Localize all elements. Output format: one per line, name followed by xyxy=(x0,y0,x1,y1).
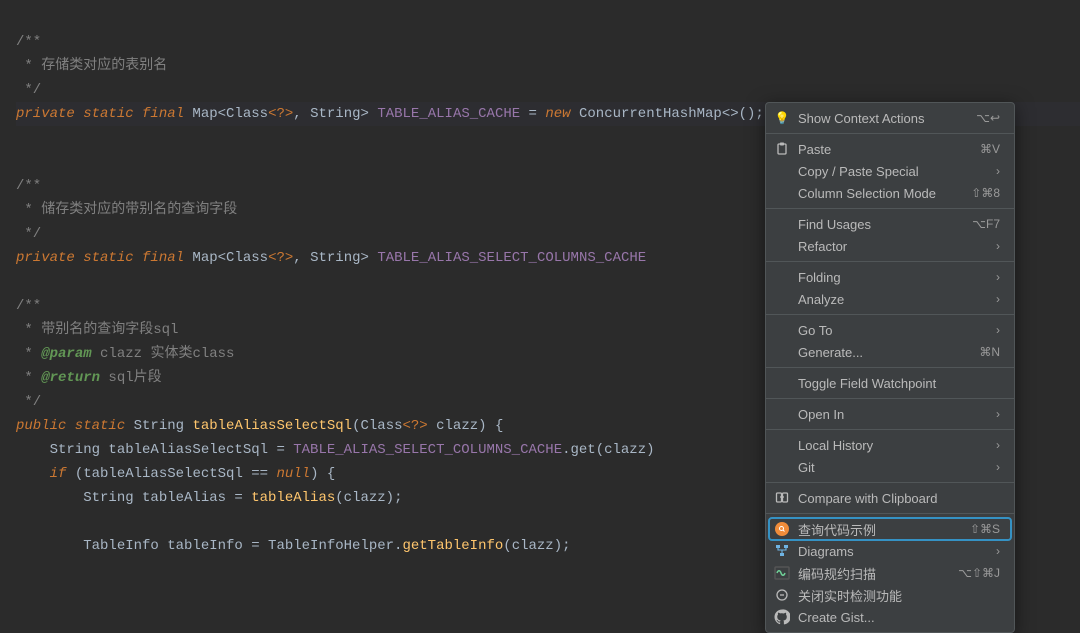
code-line: TableInfo tableInfo = TableInfoHelper.ge… xyxy=(16,538,571,554)
chevron-right-icon: › xyxy=(996,544,1000,558)
blank-icon xyxy=(774,216,790,232)
toggle-icon xyxy=(774,587,790,603)
blank-icon xyxy=(774,406,790,422)
comment-line: * 储存类对应的带别名的查询字段 xyxy=(16,202,237,218)
menu-generate[interactable]: Generate... ⌘N xyxy=(766,341,1014,363)
menu-separator xyxy=(766,367,1014,368)
menu-separator xyxy=(766,261,1014,262)
comment-line: /** xyxy=(16,178,41,194)
chevron-right-icon: › xyxy=(996,407,1000,421)
menu-column-selection[interactable]: Column Selection Mode ⇧⌘8 xyxy=(766,182,1014,204)
field-declaration-line: private static final Map<Class<?>, Strin… xyxy=(16,250,881,266)
chevron-right-icon: › xyxy=(996,438,1000,452)
comment-line: /** xyxy=(16,34,41,50)
context-menu[interactable]: 💡 Show Context Actions ⌥↩ Paste ⌘V Copy … xyxy=(765,102,1015,633)
menu-go-to[interactable]: Go To › xyxy=(766,319,1014,341)
blank-icon xyxy=(774,238,790,254)
code-line: String tableAliasSelectSql = TABLE_ALIAS… xyxy=(16,442,655,458)
lightbulb-icon: 💡 xyxy=(774,110,790,126)
orange-search-icon xyxy=(774,521,790,537)
blank-icon xyxy=(774,375,790,391)
menu-separator xyxy=(766,314,1014,315)
menu-compare-clipboard[interactable]: Compare with Clipboard xyxy=(766,487,1014,509)
menu-separator xyxy=(766,133,1014,134)
chevron-right-icon: › xyxy=(996,460,1000,474)
blank-icon xyxy=(774,459,790,475)
method-signature-line: public static String tableAliasSelectSql… xyxy=(16,418,503,434)
menu-separator xyxy=(766,513,1014,514)
blank-icon xyxy=(774,437,790,453)
menu-separator xyxy=(766,398,1014,399)
comment-line: */ xyxy=(16,82,41,98)
menu-git[interactable]: Git › xyxy=(766,456,1014,478)
menu-analyze[interactable]: Analyze › xyxy=(766,288,1014,310)
menu-diagrams[interactable]: Diagrams › xyxy=(766,540,1014,562)
github-icon xyxy=(774,609,790,625)
chevron-right-icon: › xyxy=(996,164,1000,178)
menu-separator xyxy=(766,482,1014,483)
blank-icon xyxy=(774,291,790,307)
code-line: String tableAlias = tableAlias(clazz); xyxy=(16,490,402,506)
blank-icon xyxy=(774,163,790,179)
menu-folding[interactable]: Folding › xyxy=(766,266,1014,288)
menu-copy-paste-special[interactable]: Copy / Paste Special › xyxy=(766,160,1014,182)
wave-icon xyxy=(774,565,790,581)
chevron-right-icon: › xyxy=(996,323,1000,337)
blank-icon xyxy=(774,269,790,285)
menu-separator xyxy=(766,208,1014,209)
code-line: if (tableAliasSelectSql == null) { xyxy=(16,466,335,482)
clipboard-swap-icon xyxy=(774,490,790,506)
comment-line: */ xyxy=(16,226,41,242)
javadoc-return-line: * @return sql片段 xyxy=(16,370,162,386)
comment-line: * 存储类对应的表别名 xyxy=(16,58,167,74)
chevron-right-icon: › xyxy=(996,270,1000,284)
menu-toggle-watchpoint[interactable]: Toggle Field Watchpoint xyxy=(766,372,1014,394)
menu-local-history[interactable]: Local History › xyxy=(766,434,1014,456)
paste-icon xyxy=(774,141,790,157)
comment-line: /** xyxy=(16,298,41,314)
menu-code-scan[interactable]: 编码规约扫描 ⌥⇧⌘J xyxy=(766,562,1014,584)
chevron-right-icon: › xyxy=(996,239,1000,253)
menu-paste[interactable]: Paste ⌘V xyxy=(766,138,1014,160)
menu-close-realtime-check[interactable]: 关闭实时检测功能 xyxy=(766,584,1014,606)
menu-query-code-example[interactable]: 查询代码示例 ⇧⌘S xyxy=(769,518,1011,540)
menu-separator xyxy=(766,429,1014,430)
blank-icon xyxy=(774,185,790,201)
menu-open-in[interactable]: Open In › xyxy=(766,403,1014,425)
menu-show-context-actions[interactable]: 💡 Show Context Actions ⌥↩ xyxy=(766,107,1014,129)
blank-icon xyxy=(774,322,790,338)
menu-refactor[interactable]: Refactor › xyxy=(766,235,1014,257)
javadoc-param-line: * @param clazz 实体类class xyxy=(16,346,234,362)
diagram-icon xyxy=(774,543,790,559)
comment-line: */ xyxy=(16,394,41,410)
blank-icon xyxy=(774,344,790,360)
menu-find-usages[interactable]: Find Usages ⌥F7 xyxy=(766,213,1014,235)
menu-create-gist[interactable]: Create Gist... xyxy=(766,606,1014,628)
comment-line: * 带别名的查询字段sql xyxy=(16,322,178,338)
chevron-right-icon: › xyxy=(996,292,1000,306)
